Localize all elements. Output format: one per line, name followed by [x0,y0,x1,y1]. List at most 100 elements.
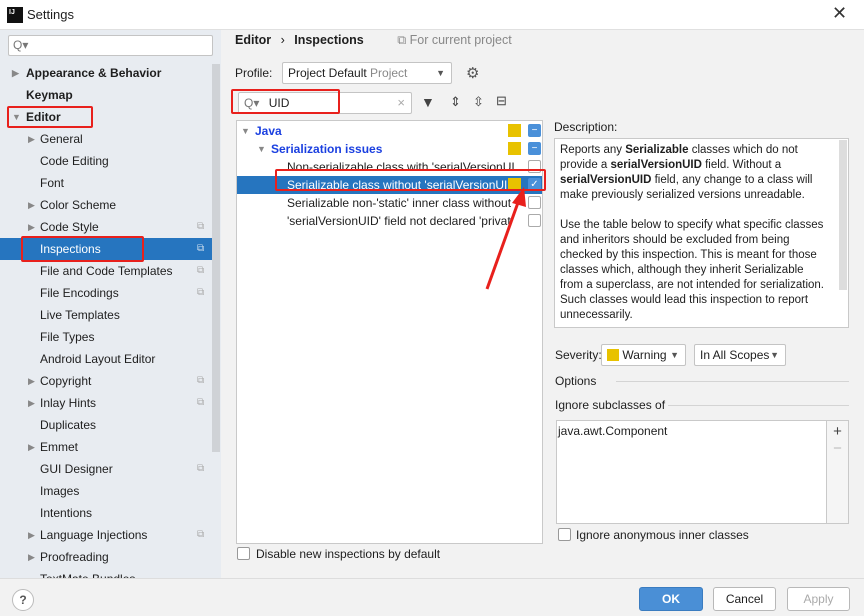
tree-row[interactable]: ▼ Java − [237,122,542,140]
sidebar-item-images[interactable]: Images [0,480,212,502]
chevron-right-icon[interactable]: ▶ [12,62,19,84]
sidebar-item-label: GUI Designer [40,462,113,476]
breadcrumb-editor[interactable]: Editor [235,33,271,47]
chevron-right-icon[interactable]: ▶ [28,370,35,392]
profile-label: Profile: [235,66,273,80]
sidebar-item-intentions[interactable]: Intentions [0,502,212,524]
sidebar-item-textmate-bundles[interactable]: TextMate Bundles [0,568,212,578]
sidebar-search-input[interactable]: Q▾ [8,35,213,56]
sidebar-item-label: Appearance & Behavior [26,66,162,80]
chevron-right-icon[interactable]: ▶ [28,392,35,414]
sidebar-item-copyright[interactable]: ▶ Copyright ⧉ [0,370,212,392]
sidebar-item-label: Code Style [40,220,99,234]
project-copy-icon: ⧉ [197,375,205,386]
sidebar-item-label: Live Templates [40,308,120,322]
chevron-down-icon: ▼ [770,350,779,360]
ignore-subclasses-label: Ignore subclasses of [555,398,666,412]
sidebar-item-appearance-behavior[interactable]: ▶ Appearance & Behavior [0,62,212,84]
inspection-checkbox[interactable]: − [528,142,541,155]
sidebar-item-label: Inlay Hints [40,396,97,410]
tree-row-label: Java [255,124,282,138]
chevron-down-icon[interactable]: ▼ [241,122,250,140]
sidebar-item-emmet[interactable]: ▶ Emmet [0,436,212,458]
sidebar-item-label: TextMate Bundles [40,568,135,578]
options-label: Options [555,374,597,388]
window-title: Settings [27,7,74,22]
sidebar-item-file-and-code-templates[interactable]: File and Code Templates ⧉ [0,260,212,282]
project-copy-icon: ⧉ [197,265,205,276]
sidebar-scrollbar[interactable] [212,64,220,452]
chevron-right-icon[interactable]: ▶ [28,194,35,216]
warning-color-swatch [607,349,619,361]
tree-row-label: Serializable non-'static' inner class wi… [287,196,512,210]
project-copy-icon: ⧉ [197,287,205,298]
sidebar-item-code-editing[interactable]: Code Editing [0,150,212,172]
disable-new-checkbox[interactable] [237,547,250,560]
tree-row-label: 'serialVersionUID' field not declared 'p… [287,214,511,228]
chevron-right-icon[interactable]: ▶ [28,436,35,458]
collapse-all-icon[interactable]: ⇳ [473,94,484,110]
scope-note-text: For current project [409,33,512,47]
tree-row[interactable]: ▼ Serialization issues − [237,140,542,158]
severity-value: Warning [622,348,667,362]
description-text: Reports any [560,144,626,156]
sidebar-item-proofreading[interactable]: ▶ Proofreading [0,546,212,568]
sidebar-item-live-templates[interactable]: Live Templates [0,304,212,326]
severity-swatch [508,124,521,137]
scope-dropdown[interactable]: In All Scopes ▼ [694,344,786,366]
sidebar-item-language-injections[interactable]: ▶ Language Injections ⧉ [0,524,212,546]
sidebar-item-gui-designer[interactable]: GUI Designer ⧉ [0,458,212,480]
chevron-right-icon[interactable]: ▶ [28,546,35,568]
ignore-anonymous-checkbox[interactable] [558,528,571,541]
sidebar-item-duplicates[interactable]: Duplicates [0,414,212,436]
description-paragraph-2: Use the table below to specify what spec… [560,219,824,321]
chevron-down-icon: ▼ [436,68,445,78]
sidebar-item-general[interactable]: ▶ General [0,128,212,150]
chevron-down-icon[interactable]: ▼ [257,140,266,158]
search-icon: Q▾ [13,38,29,52]
sidebar-item-label: Color Scheme [40,198,117,212]
chevron-right-icon[interactable]: ▶ [28,216,35,238]
sidebar-item-font[interactable]: Font [0,172,212,194]
filter-icon[interactable]: ▼ [421,94,435,110]
sidebar-item-label: Android Layout Editor [40,352,156,366]
cancel-button[interactable]: Cancel [713,587,776,611]
expand-all-icon[interactable]: ⇕ [450,94,461,110]
sidebar-item-keymap[interactable]: Keymap [0,84,212,106]
help-button[interactable]: ? [12,589,34,611]
inspection-checkbox[interactable]: − [528,124,541,137]
remove-icon[interactable]: − [827,440,848,457]
description-scrollbar[interactable] [839,140,847,290]
annotation-box-editor [7,106,93,128]
disable-new-label: Disable new inspections by default [256,547,441,561]
chevron-right-icon[interactable]: ▶ [28,524,35,546]
description-label: Description: [554,120,618,134]
reset-icon[interactable]: ⊟ [496,93,507,109]
scope-note: ⧉ For current project [397,33,512,47]
title-bar: IJ Settings ✕ [0,0,864,30]
severity-dropdown[interactable]: Warning ▼ [601,344,686,366]
clear-icon[interactable]: × [397,93,405,113]
project-copy-icon: ⧉ [197,221,205,232]
close-icon[interactable]: ✕ [832,3,847,24]
list-item[interactable]: java.awt.Component [558,424,825,438]
sidebar-item-code-style[interactable]: ▶ Code Style ⧉ [0,216,212,238]
gear-icon[interactable]: ⚙ [466,64,479,82]
chevron-right-icon[interactable]: ▶ [28,128,35,150]
apply-button[interactable]: Apply [787,587,850,611]
sidebar-item-label: File Encodings [40,286,119,300]
sidebar-item-inlay-hints[interactable]: ▶ Inlay Hints ⧉ [0,392,212,414]
add-icon[interactable]: + [827,423,848,440]
project-copy-icon: ⧉ [197,243,205,254]
sidebar-item-file-types[interactable]: File Types [0,326,212,348]
description-text: field. Without a [701,159,782,171]
profile-dropdown[interactable]: Project Default Project ▼ [282,62,452,84]
sidebar-item-label: Font [40,176,65,190]
description-panel: Reports any Serializable classes which d… [554,138,849,328]
sidebar-item-android-layout-editor[interactable]: Android Layout Editor [0,348,212,370]
ok-button[interactable]: OK [639,587,703,611]
sidebar-item-label: Language Injections [40,528,148,542]
sidebar-item-color-scheme[interactable]: ▶ Color Scheme [0,194,212,216]
sidebar-item-label: File and Code Templates [40,264,173,278]
sidebar-item-file-encodings[interactable]: File Encodings ⧉ [0,282,212,304]
